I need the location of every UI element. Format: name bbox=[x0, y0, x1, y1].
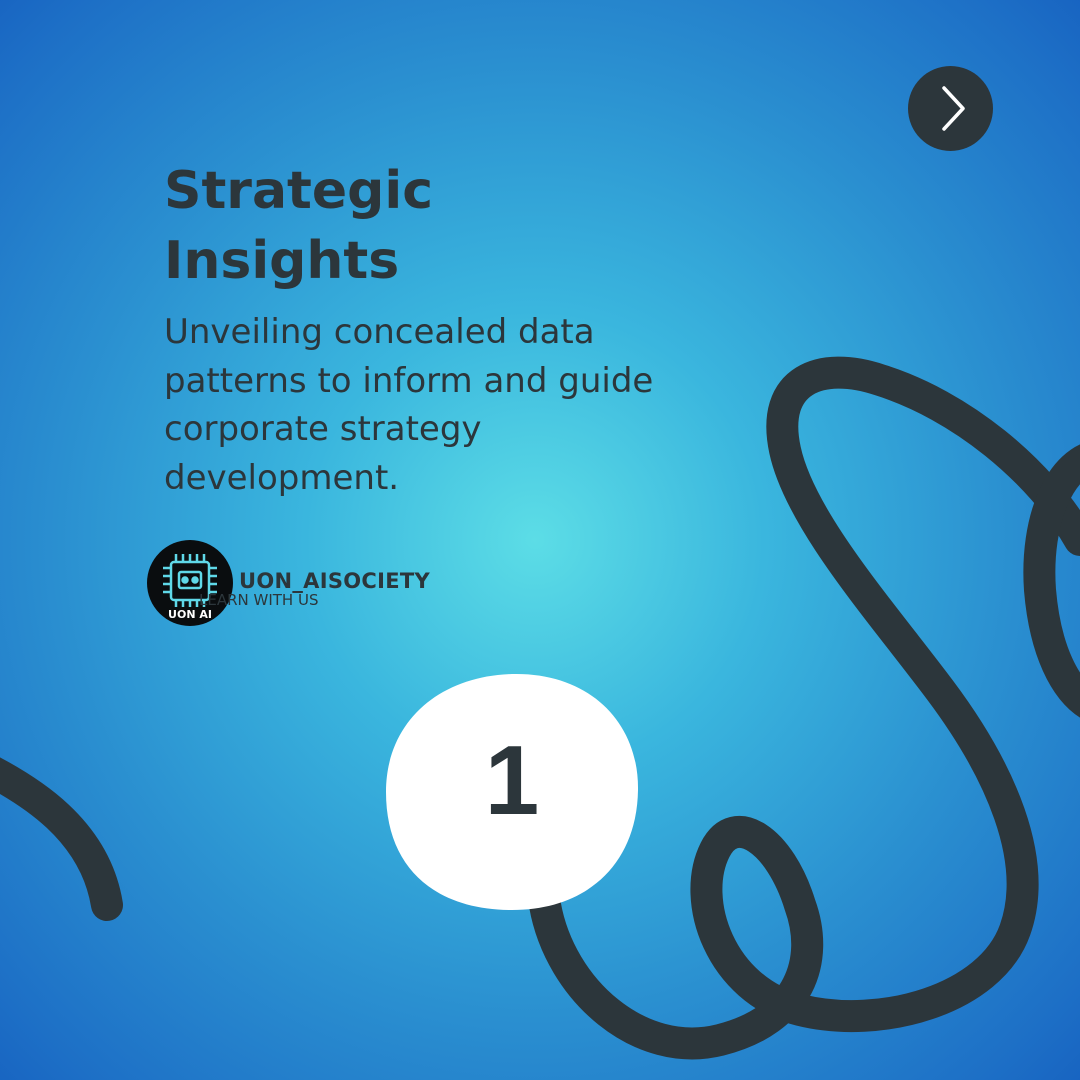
brand-logo: UON AI bbox=[147, 540, 233, 626]
brand-block: UON AI UON_AISOCIETY LEARN WITH US bbox=[147, 540, 467, 630]
slide-number: 1 bbox=[484, 725, 540, 835]
brand-logo-text: UON AI bbox=[168, 608, 212, 621]
slide-number-badge: 1 bbox=[384, 672, 640, 912]
brand-name: UON_AISOCIETY bbox=[239, 569, 431, 593]
slide-title: Strategic Insights bbox=[164, 156, 624, 296]
slide-title-line-1: Strategic bbox=[164, 161, 434, 221]
next-slide-button[interactable] bbox=[908, 66, 993, 151]
slide-title-line-2: Insights bbox=[164, 231, 400, 291]
brand-tagline: LEARN WITH US bbox=[199, 591, 319, 609]
chevron-right-icon bbox=[942, 86, 965, 131]
slide-canvas: Strategic Insights Unveiling concealed d… bbox=[0, 0, 1080, 1080]
slide-description: Unveiling concealed data patterns to inf… bbox=[164, 312, 654, 498]
